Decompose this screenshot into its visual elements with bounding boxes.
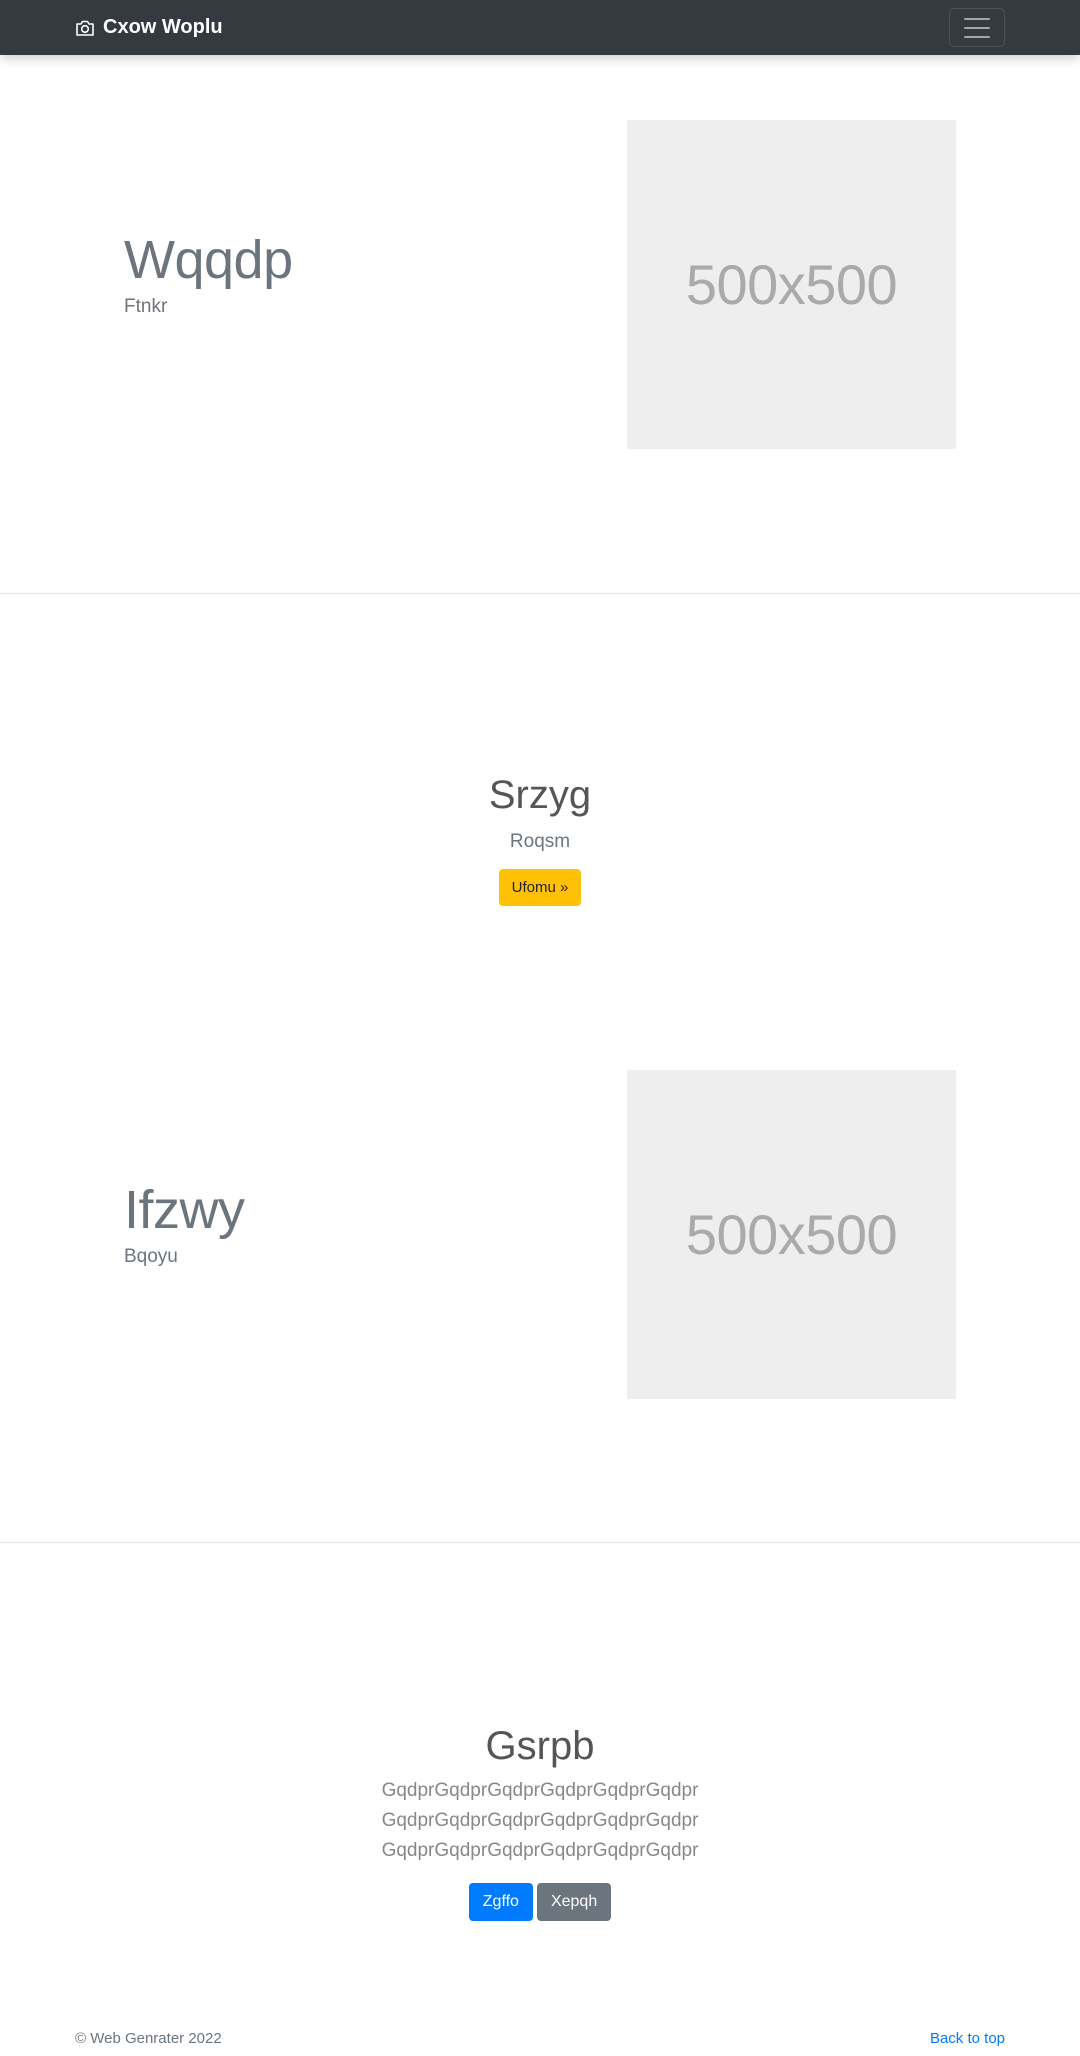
section-divider-2 xyxy=(0,1542,1080,1543)
feature-section-2: Ifzwy Bqoyu 500x500 xyxy=(0,1000,1080,1542)
jumbotron-lead: GqdprGqdprGqdprGqdprGqdprGqdprGqdprGqdpr… xyxy=(381,1780,699,1861)
feature-2-image-placeholder: 500x500 xyxy=(627,1070,956,1399)
feature-1-image-placeholder: 500x500 xyxy=(627,120,956,449)
feature-section-1: Wqqdp Ftnkr 500x500 xyxy=(0,0,1080,593)
cta-subtitle: Roqsm xyxy=(509,831,571,852)
jumbotron-section: Gsrpb GqdprGqdprGqdprGqdprGqdprGqdprGqdp… xyxy=(0,1726,1080,1921)
footer: © Web Genrater 2022 Back to top xyxy=(0,2030,1080,2056)
copyright-text: © Web Genrater 2022 xyxy=(75,2030,222,2047)
section-divider xyxy=(0,593,1080,594)
brand-name: Cxow Woplu xyxy=(103,16,223,38)
camera-icon xyxy=(75,19,95,37)
secondary-button[interactable]: Xepqh xyxy=(536,1883,612,1921)
brand-link[interactable]: Cxow Woplu xyxy=(75,0,223,55)
cta-section: Srzyg Roqsm Ufomu » xyxy=(0,775,1080,906)
cta-button[interactable]: Ufomu » xyxy=(498,869,582,906)
feature-2-image-label: 500x500 xyxy=(685,1203,898,1266)
feature-1-image-label: 500x500 xyxy=(685,253,898,316)
navbar: Cxow Woplu xyxy=(0,0,1080,55)
navbar-toggler-button[interactable] xyxy=(949,8,1005,47)
feature-2-subtitle: Bqoyu xyxy=(124,1246,178,1267)
feature-1-title: Wqqdp xyxy=(124,230,293,290)
feature-2-title: Ifzwy xyxy=(124,1180,245,1240)
jumbotron-title: Gsrpb xyxy=(485,1724,595,1768)
hamburger-menu-icon xyxy=(964,17,990,20)
cta-title: Srzyg xyxy=(488,773,592,817)
feature-1-subtitle: Ftnkr xyxy=(124,296,168,317)
back-to-top-link[interactable]: Back to top xyxy=(930,2030,1005,2047)
primary-button[interactable]: Zgffo xyxy=(468,1883,533,1921)
